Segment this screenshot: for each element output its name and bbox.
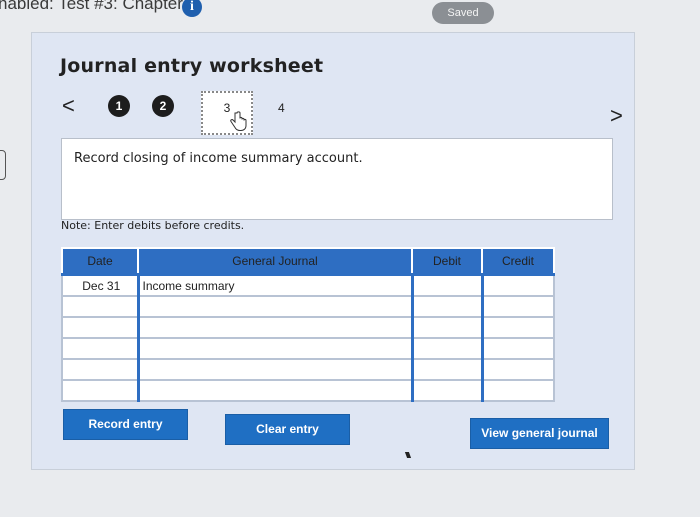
debit-input[interactable] [410, 273, 483, 297]
credit-input[interactable] [480, 273, 555, 297]
account-input[interactable] [136, 337, 413, 360]
debit-input[interactable] [410, 337, 483, 360]
debit-input[interactable] [410, 379, 483, 402]
debit-input[interactable] [410, 295, 483, 318]
table-row [61, 316, 555, 339]
date-cell[interactable]: Dec 31 [61, 273, 139, 297]
account-input[interactable] [136, 379, 413, 402]
credit-input[interactable] [480, 379, 555, 402]
hand-pointer-icon [230, 111, 247, 131]
date-cell[interactable] [61, 358, 139, 381]
debit-input[interactable] [410, 358, 483, 381]
view-general-journal-button[interactable]: View general journal [470, 418, 609, 449]
assignment-title: nabled: Test #3: Chapter 4 [0, 0, 198, 13]
step-1-button[interactable]: 1 [108, 95, 130, 117]
date-cell[interactable] [61, 379, 139, 402]
column-header-general-journal: General Journal [137, 247, 413, 276]
worksheet-title: Journal entry worksheet [60, 55, 324, 77]
table-row [61, 379, 555, 402]
column-header-credit: Credit [481, 247, 555, 276]
column-header-date: Date [61, 247, 139, 276]
table-row: Dec 31 Income summary [61, 273, 555, 297]
instruction-text: Record closing of income summary account… [74, 151, 363, 166]
credit-input[interactable] [480, 295, 555, 318]
step-4-button[interactable]: 4 [278, 101, 285, 115]
credit-input[interactable] [480, 337, 555, 360]
previous-step-button[interactable]: < [62, 93, 75, 119]
table-row [61, 295, 555, 318]
account-input[interactable]: Income summary [136, 273, 413, 297]
debit-input[interactable] [410, 316, 483, 339]
credit-input[interactable] [480, 358, 555, 381]
account-input[interactable] [136, 316, 413, 339]
saved-status-badge: Saved [432, 2, 494, 24]
journal-entry-table: Date General Journal Debit Credit Dec 31… [61, 247, 555, 402]
entry-note: Note: Enter debits before credits. [61, 219, 245, 232]
step-2-button[interactable]: 2 [152, 95, 174, 117]
table-row [61, 358, 555, 381]
credit-input[interactable] [480, 316, 555, 339]
instruction-box: Record closing of income summary account… [61, 138, 613, 220]
next-step-button[interactable]: > [610, 103, 623, 129]
journal-worksheet-panel: Journal entry worksheet < 1 2 3 4 > Reco… [31, 32, 635, 470]
step-3-button-current[interactable]: 3 [201, 91, 253, 135]
record-entry-button[interactable]: Record entry [63, 409, 188, 440]
column-header-debit: Debit [411, 247, 483, 276]
clear-entry-button[interactable]: Clear entry [225, 414, 350, 445]
table-row [61, 337, 555, 360]
top-bar: nabled: Test #3: Chapter 4 i Saved [0, 0, 700, 26]
account-input[interactable] [136, 358, 413, 381]
date-cell[interactable] [61, 316, 139, 339]
date-cell[interactable] [61, 295, 139, 318]
info-icon[interactable]: i [182, 0, 202, 17]
date-cell[interactable] [61, 337, 139, 360]
table-header-row: Date General Journal Debit Credit [61, 247, 555, 276]
side-tab-handle[interactable] [0, 150, 6, 180]
account-input[interactable] [136, 295, 413, 318]
